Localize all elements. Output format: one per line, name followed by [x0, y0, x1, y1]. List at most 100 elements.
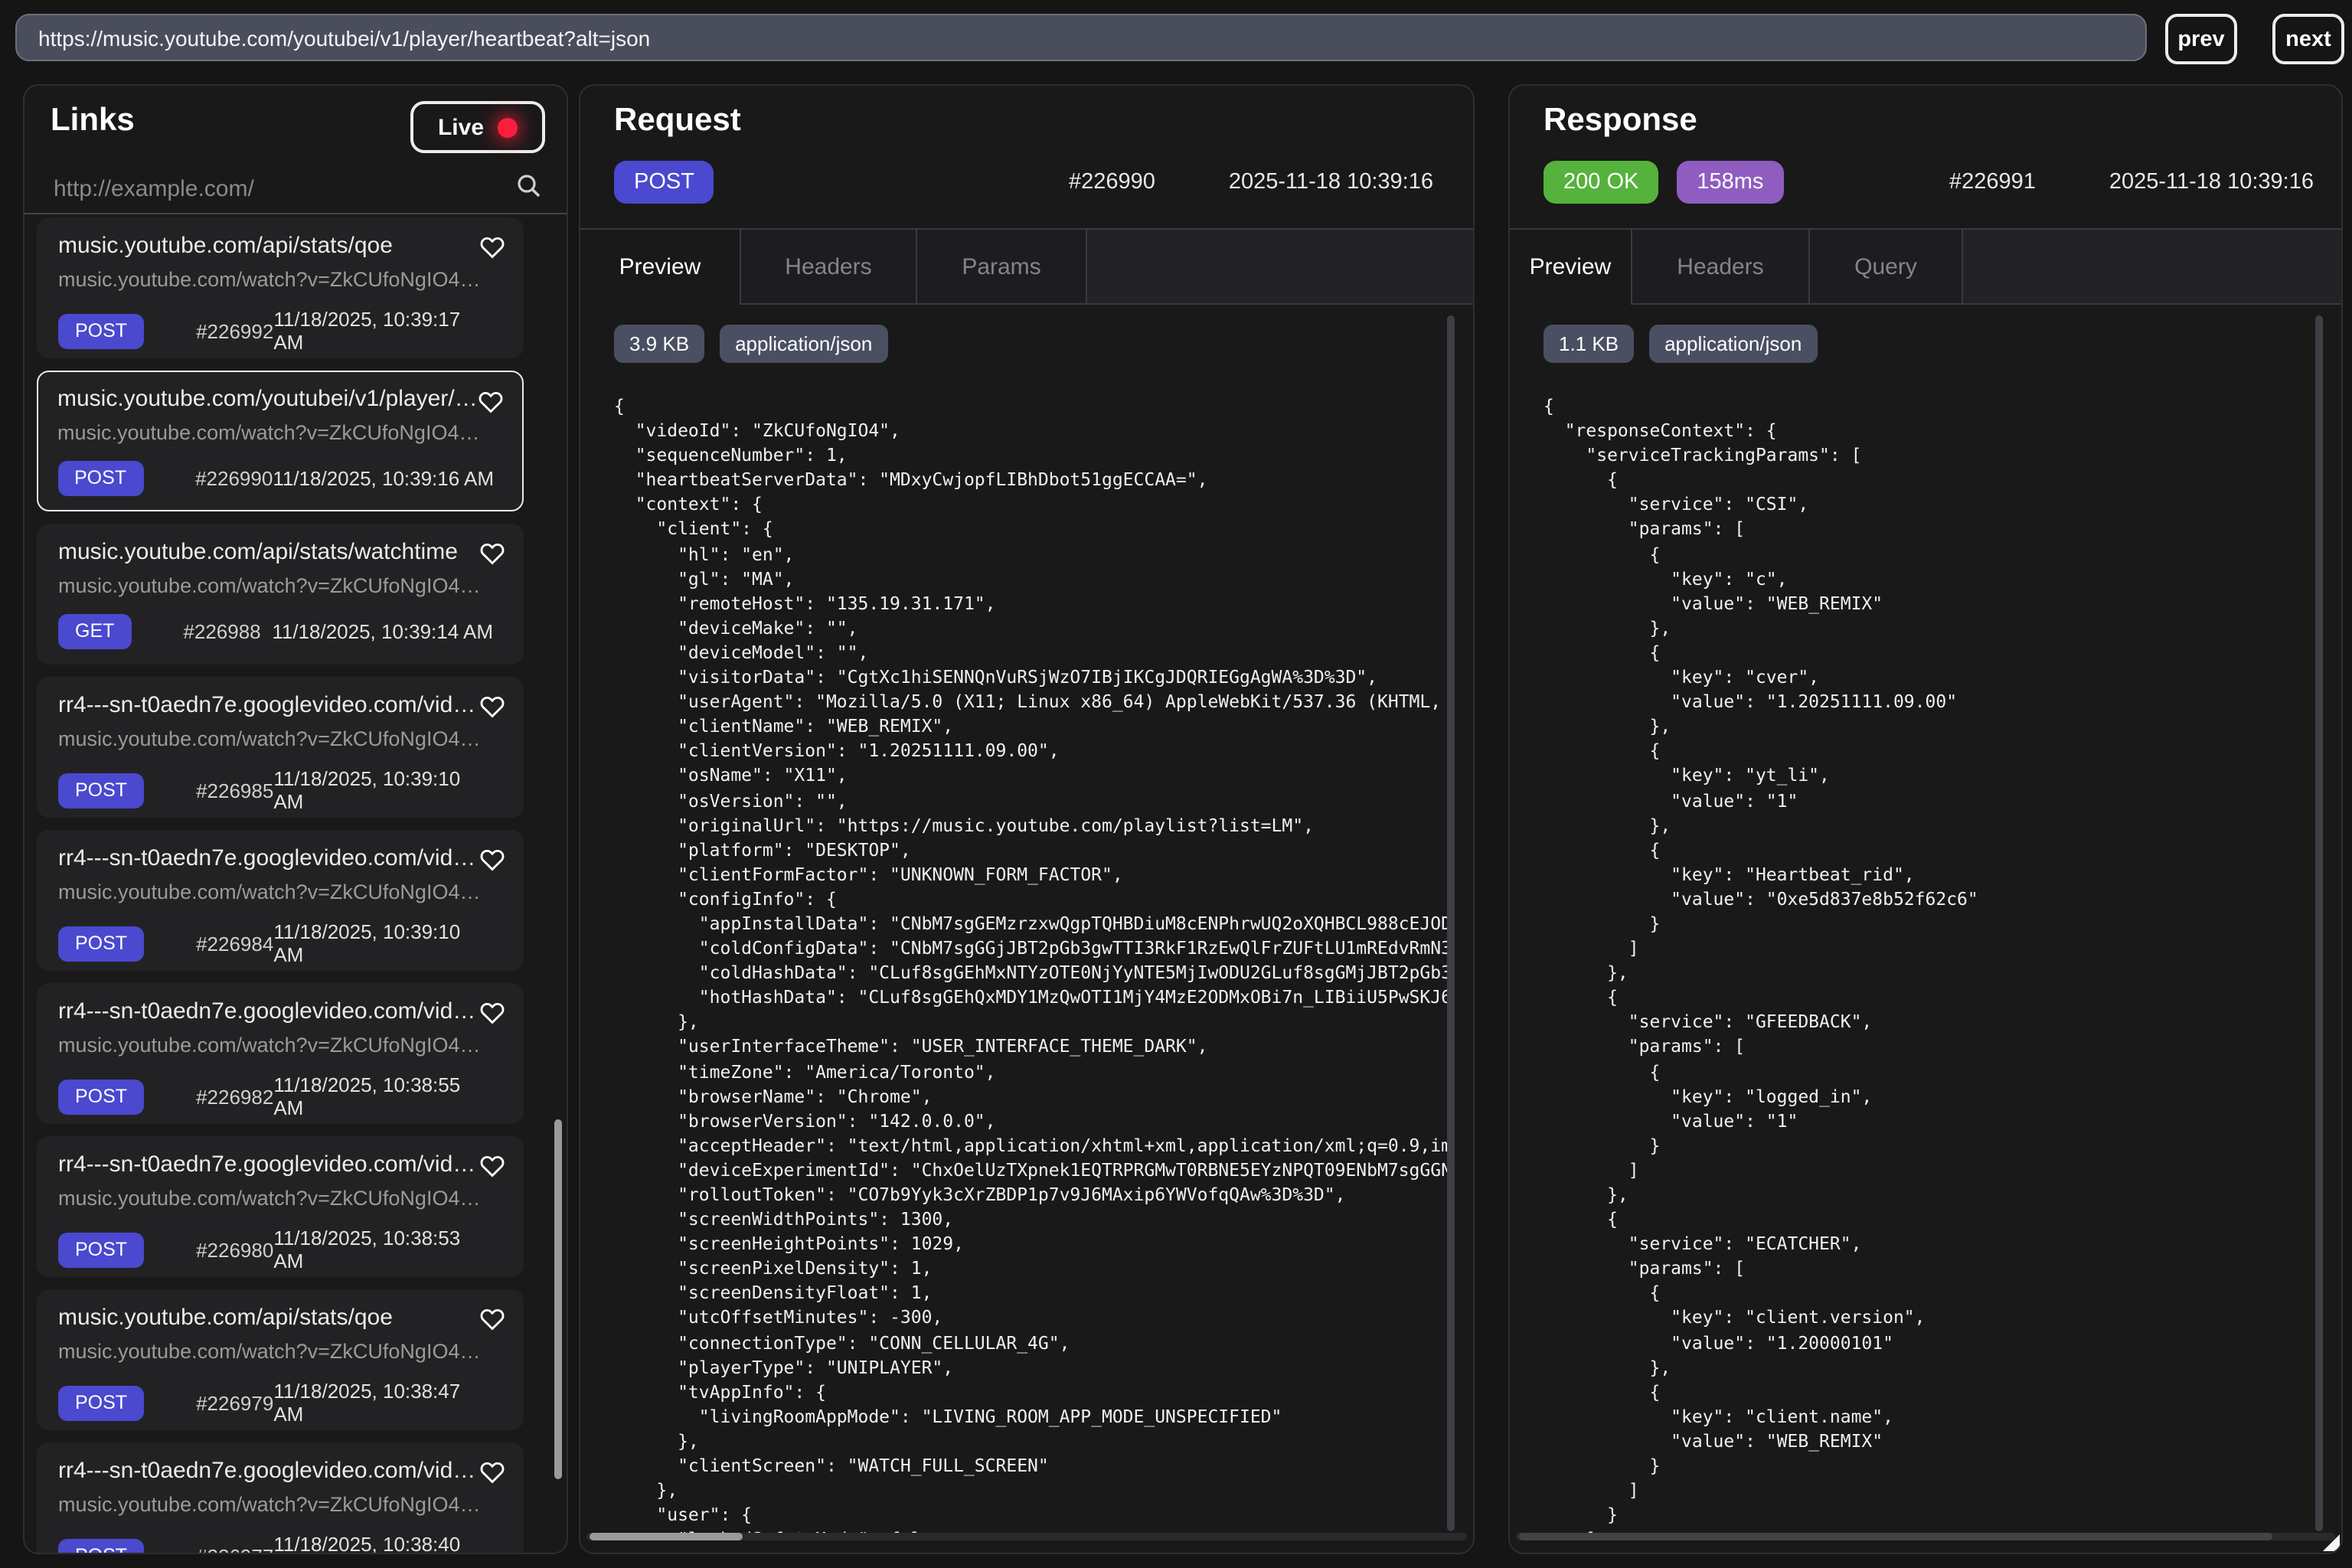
link-time: 11/18/2025, 10:39:10 AM: [273, 920, 493, 966]
heart-icon[interactable]: [476, 1456, 508, 1491]
method-badge: POST: [58, 926, 144, 961]
link-time: 11/18/2025, 10:38:40 AM: [273, 1533, 493, 1553]
request-meta-row: POST #226990 2025-11-18 10:39:16: [614, 159, 1433, 205]
link-host: music.youtube.com/youtubei/v1/player/…: [57, 385, 474, 413]
link-id: #226984: [196, 932, 273, 955]
prev-button[interactable]: prev: [2165, 14, 2237, 64]
link-meta-row: GET #226988 11/18/2025, 10:39:14 AM: [58, 614, 502, 649]
link-host: music.youtube.com/api/stats/watchtime: [58, 539, 475, 567]
link-card[interactable]: music.youtube.com/api/stats/qoe music.yo…: [37, 217, 524, 358]
link-id: #226980: [196, 1238, 273, 1261]
response-status-badge: 200 OK: [1544, 161, 1658, 204]
request-vertical-scrollbar[interactable]: [1447, 315, 1455, 1531]
tab-preview[interactable]: Preview: [1510, 230, 1632, 303]
resize-corner-icon[interactable]: [2323, 1534, 2340, 1551]
link-time: 11/18/2025, 10:38:47 AM: [273, 1380, 493, 1426]
link-time: 11/18/2025, 10:38:55 AM: [273, 1073, 493, 1119]
link-id: #226977: [196, 1544, 273, 1553]
top-bar: prev next: [0, 0, 2352, 80]
link-card[interactable]: rr4---sn-t0aedn7e.googlevideo.com/vid… m…: [37, 983, 524, 1124]
link-id: #226990: [195, 466, 273, 489]
tab-preview[interactable]: Preview: [580, 230, 741, 303]
tab-headers[interactable]: Headers: [1632, 230, 1810, 303]
heart-icon[interactable]: [476, 1303, 508, 1338]
link-time: 11/18/2025, 10:39:16 AM: [273, 466, 494, 489]
method-badge: POST: [58, 1079, 144, 1114]
method-badge: POST: [58, 1232, 144, 1267]
links-search-row: [51, 165, 545, 211]
response-meta-row: 200 OK 158ms #226991 2025-11-18 10:39:16: [1544, 159, 2314, 205]
next-button[interactable]: next: [2272, 14, 2344, 64]
heart-icon[interactable]: [476, 691, 508, 726]
response-horizontal-scrollbar[interactable]: [1516, 1533, 2335, 1540]
tab-headers[interactable]: Headers: [741, 230, 917, 303]
tab-params[interactable]: Params: [917, 230, 1087, 303]
link-time: 11/18/2025, 10:38:53 AM: [273, 1227, 493, 1272]
link-card[interactable]: rr4---sn-t0aedn7e.googlevideo.com/vid… m…: [37, 830, 524, 971]
heart-icon[interactable]: [476, 537, 508, 573]
link-id: #226992: [196, 319, 273, 342]
link-page: music.youtube.com/watch?v=ZkCUfoNgIO4…: [58, 727, 502, 753]
response-horizontal-scroll-thumb[interactable]: [1519, 1533, 2272, 1540]
link-card[interactable]: rr4---sn-t0aedn7e.googlevideo.com/vid… m…: [37, 1442, 524, 1553]
live-toggle[interactable]: Live: [410, 101, 545, 153]
link-page: music.youtube.com/watch?v=ZkCUfoNgIO4…: [58, 1493, 502, 1519]
link-host: rr4---sn-t0aedn7e.googlevideo.com/vid…: [58, 692, 475, 720]
link-page: music.youtube.com/watch?v=ZkCUfoNgIO4…: [58, 1187, 502, 1213]
method-badge: GET: [58, 614, 131, 649]
request-horizontal-scroll-thumb[interactable]: [590, 1533, 743, 1540]
link-page: music.youtube.com/watch?v=ZkCUfoNgIO4…: [58, 574, 502, 600]
response-timestamp: 2025-11-18 10:39:16: [2109, 170, 2314, 194]
method-badge: POST: [58, 1538, 144, 1553]
heart-icon[interactable]: [475, 386, 507, 421]
response-vertical-scrollbar[interactable]: [2315, 315, 2323, 1531]
links-search-input[interactable]: [51, 165, 485, 211]
network-inspector-app: prev next Links Live music.youtube.com/a…: [0, 0, 2352, 1568]
link-time: 11/18/2025, 10:39:14 AM: [272, 620, 493, 643]
link-id: #226988: [183, 620, 260, 643]
request-panel: Request POST #226990 2025-11-18 10:39:16…: [579, 84, 1475, 1554]
link-id: #226982: [196, 1085, 273, 1108]
link-meta-row: POST #226985 11/18/2025, 10:39:10 AM: [58, 767, 502, 813]
search-icon: [516, 173, 542, 207]
live-label: Live: [438, 114, 484, 140]
tab-query[interactable]: Query: [1810, 230, 1963, 303]
heart-icon[interactable]: [476, 231, 508, 266]
link-host: rr4---sn-t0aedn7e.googlevideo.com/vid…: [58, 998, 475, 1026]
link-id: #226985: [196, 779, 273, 802]
link-card[interactable]: music.youtube.com/youtubei/v1/player/… m…: [37, 371, 524, 511]
response-panel: Response 200 OK 158ms #226991 2025-11-18…: [1508, 84, 2343, 1554]
method-badge: POST: [58, 1385, 144, 1420]
heart-icon[interactable]: [476, 997, 508, 1032]
link-page: music.youtube.com/watch?v=ZkCUfoNgIO4…: [57, 420, 503, 446]
response-content-type-badge: application/json: [1649, 325, 1817, 363]
link-meta-row: POST #226982 11/18/2025, 10:38:55 AM: [58, 1073, 502, 1119]
link-meta-row: POST #226984 11/18/2025, 10:39:10 AM: [58, 920, 502, 966]
links-panel: Links Live music.youtube.com/api/stats/q…: [23, 84, 568, 1554]
url-input[interactable]: [15, 14, 2147, 61]
request-method-badge: POST: [614, 161, 714, 204]
link-card[interactable]: rr4---sn-t0aedn7e.googlevideo.com/vid… m…: [37, 1136, 524, 1277]
link-card[interactable]: music.youtube.com/api/stats/watchtime mu…: [37, 524, 524, 665]
request-horizontal-scrollbar[interactable]: [586, 1533, 1467, 1540]
response-tabbar: PreviewHeadersQuery: [1510, 228, 2341, 305]
links-scrollbar[interactable]: [554, 1119, 562, 1479]
link-meta-row: POST #226980 11/18/2025, 10:38:53 AM: [58, 1227, 502, 1272]
link-card[interactable]: rr4---sn-t0aedn7e.googlevideo.com/vid… m…: [37, 677, 524, 818]
method-badge: POST: [58, 773, 144, 808]
link-id: #226979: [196, 1391, 273, 1414]
request-content-type-badge: application/json: [720, 325, 887, 363]
links-title: Links: [51, 103, 135, 139]
response-duration-badge: 158ms: [1677, 161, 1783, 204]
link-host: rr4---sn-t0aedn7e.googlevideo.com/vid…: [58, 1152, 475, 1179]
response-title: Response: [1544, 103, 1697, 139]
link-meta-row: POST #226979 11/18/2025, 10:38:47 AM: [58, 1380, 502, 1426]
link-host: music.youtube.com/api/stats/qoe: [58, 1305, 475, 1332]
link-card[interactable]: music.youtube.com/api/stats/qoe music.yo…: [37, 1289, 524, 1430]
response-body-json: { "responseContext": { "serviceTrackingP…: [1544, 394, 2323, 1534]
heart-icon[interactable]: [476, 844, 508, 879]
link-meta-row: POST #226992 11/18/2025, 10:39:17 AM: [58, 308, 502, 354]
response-size-badge: 1.1 KB: [1544, 325, 1634, 363]
heart-icon[interactable]: [476, 1150, 508, 1185]
link-host: rr4---sn-t0aedn7e.googlevideo.com/vid…: [58, 1458, 475, 1485]
